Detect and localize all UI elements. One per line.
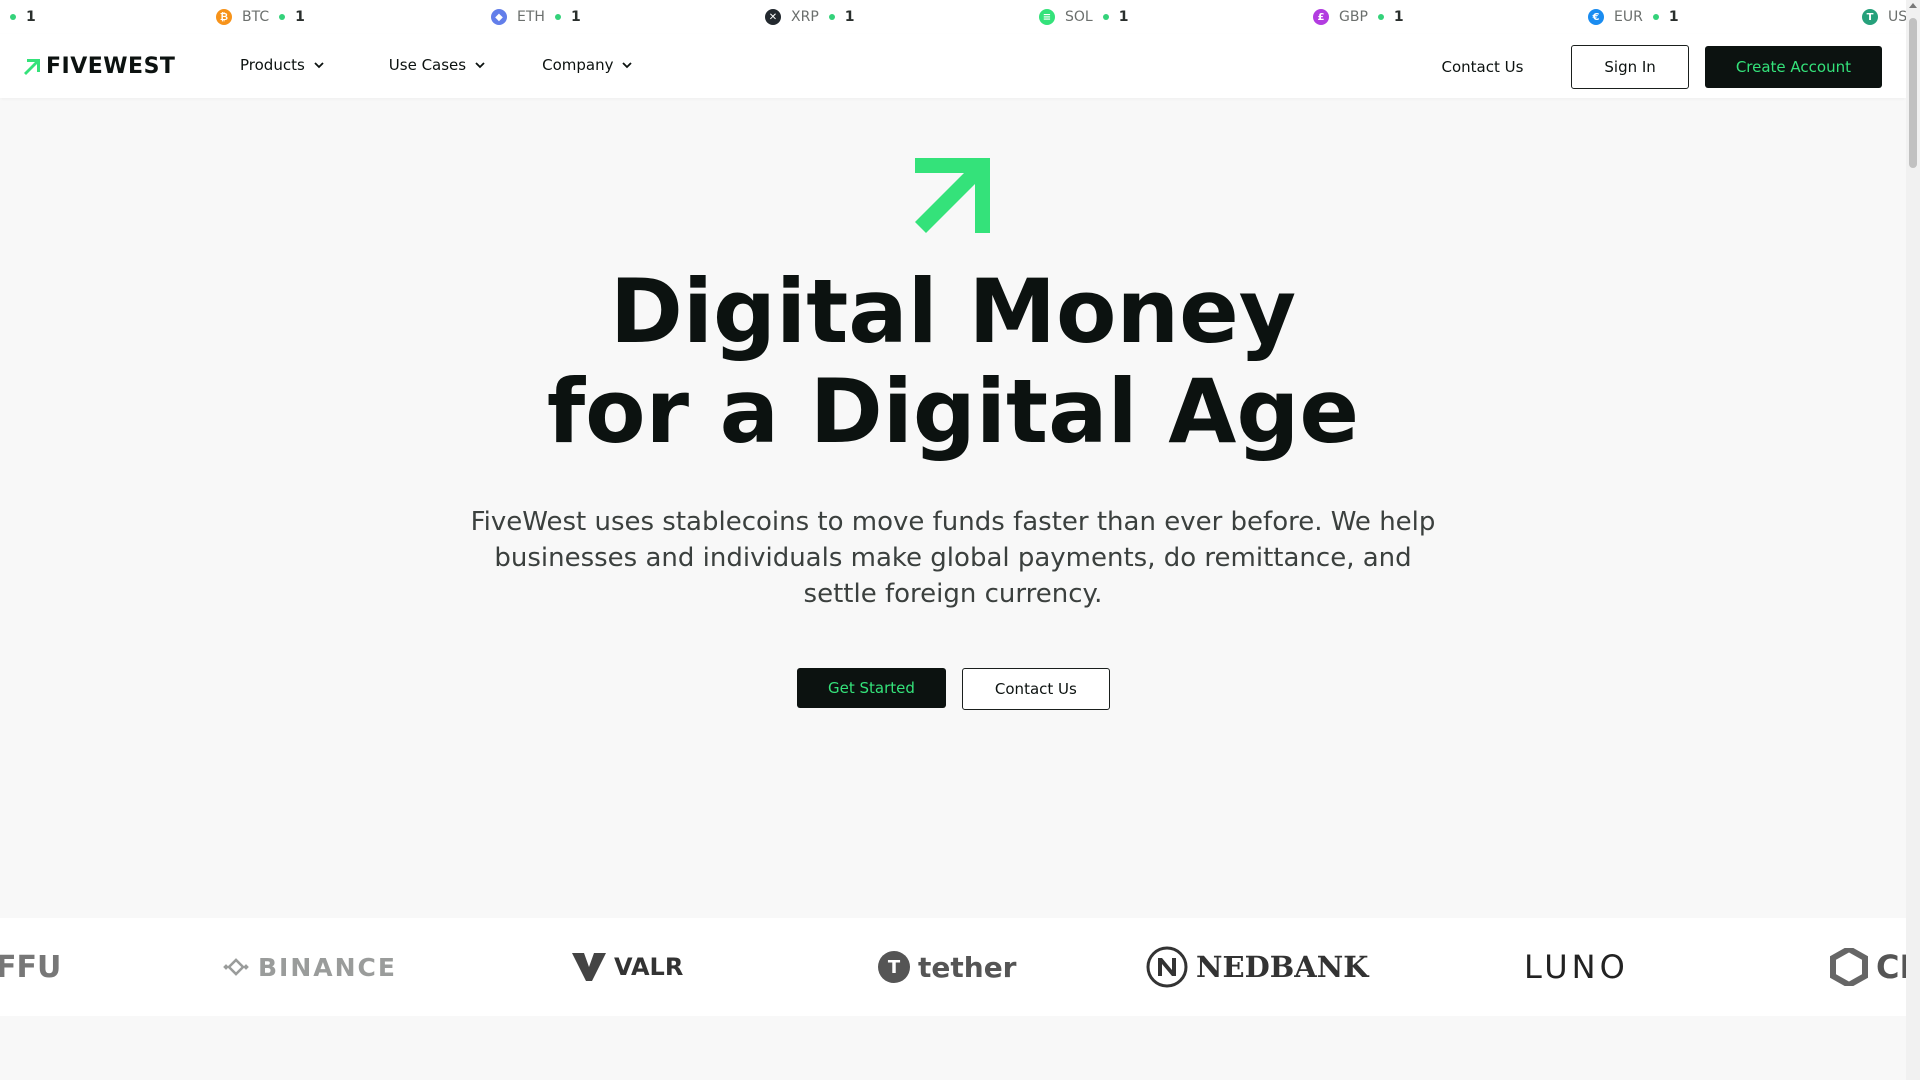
nav-products[interactable]: Products (240, 56, 325, 74)
partner-name: VALR (614, 953, 684, 981)
dot-icon (10, 14, 16, 20)
ticker-symbol: SOL (1065, 9, 1093, 25)
dot-icon (1377, 14, 1384, 20)
partner-logo-ci: CI (1830, 918, 1906, 1016)
ticker-value: 1 (844, 9, 855, 25)
ticker-item-gbp: £ GBP 1 (1313, 0, 1404, 34)
ticker-symbol: XRP (791, 9, 819, 25)
nav-company-label: Company (542, 56, 614, 74)
logo[interactable]: FIVEWEST (22, 54, 175, 79)
hero-subtitle: FiveWest uses stablecoins to move funds … (470, 507, 1436, 609)
page-scrollbar[interactable] (1906, 0, 1920, 1080)
valr-icon (572, 953, 606, 981)
ticker-value: 1 (1393, 9, 1404, 25)
ticker-symbol: US (1888, 9, 1906, 25)
hero-title: Digital Money for a Digital Age (0, 262, 1906, 462)
pound-icon: £ (1313, 9, 1329, 25)
partner-logo-binance: BINANCE (222, 918, 397, 1016)
ticker-value: 1 (1118, 9, 1129, 25)
partner-name: NEDBANK (1196, 950, 1369, 984)
chevron-down-icon (622, 62, 633, 69)
ticker-value: 1 (26, 9, 36, 25)
scroll-up-arrow-icon[interactable] (1909, 3, 1917, 8)
nav-use-cases-label: Use Cases (388, 56, 467, 74)
ticker-item-sol: ≡ SOL 1 (1039, 0, 1128, 34)
top-navbar: FIVEWEST Products Use Cases Company Cont… (0, 34, 1906, 98)
ticker-item: 1 (10, 0, 36, 34)
partner-logo-ffu: FFU (0, 918, 61, 1016)
partner-logos-strip: FFU BINANCE VALR T tether NEDBANK LUNO C… (0, 918, 1906, 1016)
dot-icon (828, 14, 835, 20)
dot-icon (1652, 14, 1659, 20)
nav-actions: Contact Us Sign In Create Account (1441, 45, 1882, 89)
arrow-logo-icon (24, 58, 40, 75)
chevron-down-icon (475, 62, 485, 69)
solana-icon: ≡ (1039, 9, 1055, 25)
hero-contact-button[interactable]: Contact Us (961, 668, 1110, 710)
partner-logo-valr: VALR (572, 918, 683, 1016)
partner-logo-nedbank: NEDBANK (1146, 918, 1369, 1016)
hero-actions: Get Started Contact Us (797, 668, 1110, 710)
create-account-button[interactable]: Create Account (1704, 46, 1882, 88)
nav-use-cases[interactable]: Use Cases (389, 56, 486, 74)
partner-logo-luno: LUNO (1524, 918, 1629, 1016)
nav-company[interactable]: Company (542, 56, 633, 74)
xrp-icon: ✕ (765, 9, 781, 25)
ticker-symbol: EUR (1614, 9, 1643, 25)
ticker-item-btc: ₿ BTC 1 (216, 0, 305, 34)
hero-title-line-2: for a Digital Age (546, 360, 1360, 463)
partner-name: FFU (0, 949, 62, 985)
ethereum-icon: ◆ (491, 9, 507, 25)
partner-hex-icon (1830, 948, 1868, 986)
arrow-up-right-icon (915, 158, 990, 233)
ticker-item-eth: ◆ ETH 1 (491, 0, 581, 34)
logo-text: FIVEWEST (46, 54, 176, 79)
ticker-item-eur: € EUR 1 (1588, 0, 1679, 34)
partner-name: LUNO (1524, 948, 1629, 986)
hero-title-line-1: Digital Money (609, 260, 1297, 363)
get-started-button[interactable]: Get Started (797, 668, 946, 708)
nav-products-label: Products (240, 56, 305, 74)
ticker-value: 1 (295, 9, 305, 25)
tether-icon: T (878, 951, 910, 983)
scroll-thumb[interactable] (1909, 18, 1917, 168)
ticker-value: 1 (1668, 9, 1679, 25)
euro-icon: € (1588, 9, 1604, 25)
partner-name: BINANCE (258, 952, 397, 982)
tether-icon: T (1862, 9, 1878, 25)
ticker-symbol: GBP (1339, 9, 1368, 25)
chevron-down-icon (314, 62, 324, 69)
price-ticker: 1 ₿ BTC 1 ◆ ETH 1 ✕ XRP 1 ≡ SOL 1 £ GBP … (0, 0, 1906, 34)
nav-menu: Products Use Cases Company (240, 56, 633, 74)
dot-icon (554, 14, 561, 20)
dot-icon (279, 14, 286, 20)
nedbank-icon (1146, 946, 1188, 988)
sign-in-button[interactable]: Sign In (1571, 45, 1689, 89)
partner-logo-tether: T tether (878, 918, 1017, 1016)
ticker-value: 1 (570, 9, 581, 25)
ticker-symbol: ETH (517, 9, 545, 25)
partner-name: tether (918, 950, 1017, 984)
ticker-symbol: BTC (242, 9, 270, 25)
nav-contact-link[interactable]: Contact Us (1441, 58, 1523, 76)
binance-icon (223, 958, 249, 976)
dot-icon (1102, 14, 1109, 20)
ticker-item-xrp: ✕ XRP 1 (765, 0, 855, 34)
partner-name: CI (1876, 948, 1906, 986)
ticker-item-usdt: T US (1862, 0, 1906, 34)
bitcoin-icon: ₿ (216, 9, 232, 25)
